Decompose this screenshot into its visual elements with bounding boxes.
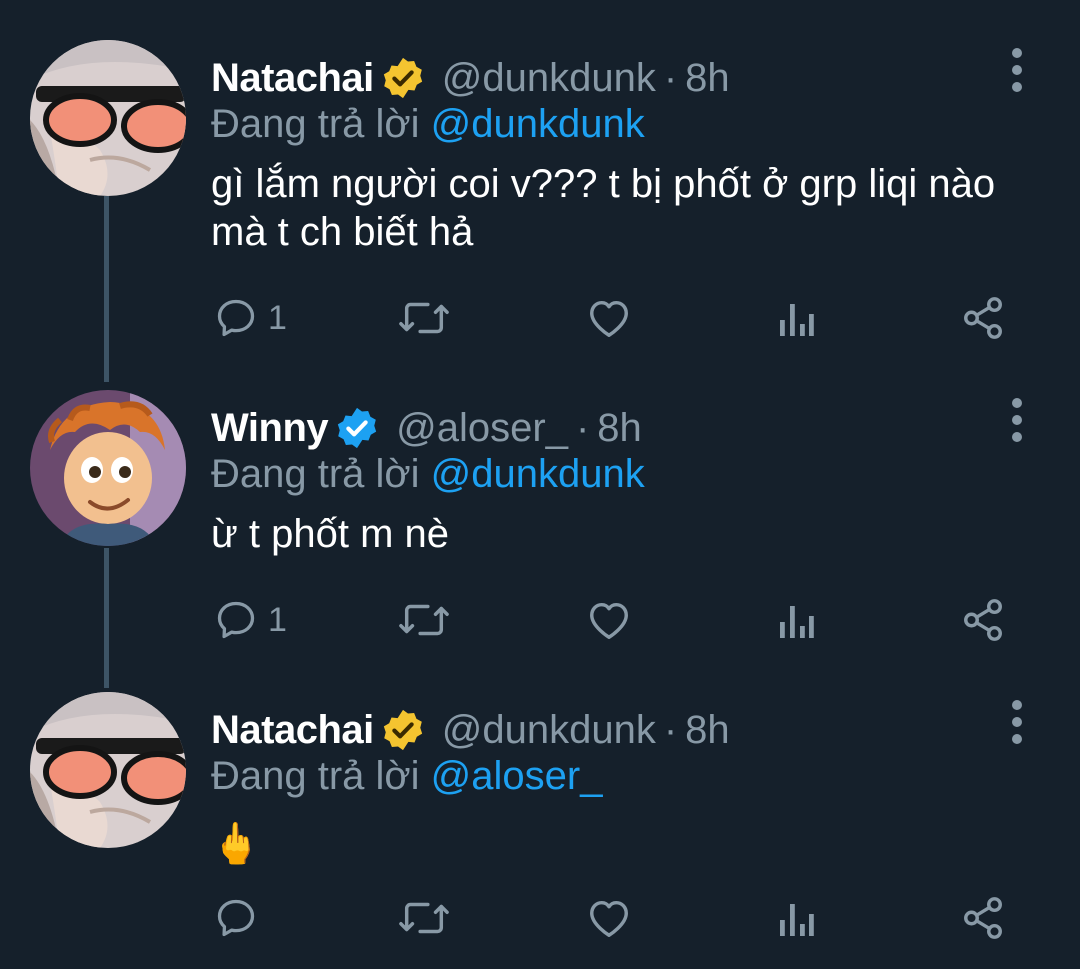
separator: ·	[663, 55, 678, 100]
tweet[interactable]: Natachai @dunkdunk · 8h Đang trả lời @du…	[0, 40, 1080, 360]
like-button[interactable]	[586, 288, 632, 348]
timestamp[interactable]: 8h	[685, 708, 730, 753]
verified-icon	[334, 405, 380, 451]
author-name[interactable]: Winny	[211, 406, 329, 451]
share-button[interactable]	[960, 288, 1006, 348]
avatar[interactable]	[30, 390, 186, 546]
like-icon	[590, 300, 628, 337]
analytics-button[interactable]	[776, 888, 816, 948]
like-button[interactable]	[586, 590, 632, 650]
verified-icon	[380, 55, 426, 101]
reply-icon	[217, 299, 255, 337]
like-icon	[590, 602, 628, 639]
analytics-icon	[780, 606, 814, 638]
author-handle[interactable]: @dunkdunk	[442, 56, 656, 101]
reply-button[interactable]: 1	[214, 288, 287, 348]
retweet-icon	[399, 302, 449, 334]
reply-icon	[217, 601, 255, 639]
retweet-button[interactable]	[399, 888, 449, 948]
avatar[interactable]	[30, 40, 186, 196]
timestamp[interactable]: 8h	[597, 406, 642, 451]
retweet-icon	[399, 604, 449, 636]
tweet-header: Natachai @dunkdunk · 8h	[211, 48, 730, 108]
author-handle[interactable]: @aloser_	[396, 406, 568, 451]
like-icon	[590, 900, 628, 937]
reply-button[interactable]	[214, 888, 258, 948]
reply-prefix: Đang trả lời	[211, 452, 420, 496]
analytics-icon	[780, 304, 814, 336]
verified-icon	[380, 707, 426, 753]
author-handle[interactable]: @dunkdunk	[442, 708, 656, 753]
retweet-button[interactable]	[399, 288, 449, 348]
share-icon	[964, 297, 1002, 339]
share-icon	[964, 599, 1002, 641]
separator: ·	[663, 707, 678, 752]
author-name[interactable]: Natachai	[211, 56, 374, 101]
more-icon[interactable]	[1002, 48, 1032, 92]
tweet-thread: Natachai @dunkdunk · 8h Đang trả lời @du…	[0, 0, 1080, 969]
timestamp[interactable]: 8h	[685, 56, 730, 101]
reply-mention[interactable]: @aloser_	[431, 754, 603, 798]
reply-prefix: Đang trả lời	[211, 754, 420, 798]
reply-icon	[217, 899, 255, 937]
more-icon[interactable]	[1002, 398, 1032, 442]
reply-mention[interactable]: @dunkdunk	[431, 102, 645, 146]
like-button[interactable]	[586, 888, 632, 948]
reply-prefix: Đang trả lời	[211, 102, 420, 146]
more-icon[interactable]	[1002, 700, 1032, 744]
reply-to-line: Đang trả lời @dunkdunk	[211, 102, 645, 147]
tweet-header: Winny @aloser_ · 8h	[211, 398, 642, 458]
tweet-header: Natachai @dunkdunk · 8h	[211, 700, 730, 760]
tweet-text: gì lắm người coi v??? t bị phốt ở grp li…	[211, 162, 996, 254]
share-icon	[964, 897, 1002, 939]
reply-to-line: Đang trả lời @aloser_	[211, 754, 602, 799]
analytics-button[interactable]	[776, 288, 816, 348]
tweet-text: ừ t phốt m nè	[211, 512, 450, 556]
action-bar: 1	[0, 590, 1080, 650]
analytics-icon	[780, 904, 814, 936]
analytics-button[interactable]	[776, 590, 816, 650]
retweet-icon	[399, 902, 449, 934]
tweet[interactable]: Winny @aloser_ · 8h Đang trả lời @dunkdu…	[0, 390, 1080, 670]
author-name[interactable]: Natachai	[211, 708, 374, 753]
action-bar: 1	[0, 288, 1080, 348]
retweet-button[interactable]	[399, 590, 449, 650]
tweet[interactable]: Natachai @dunkdunk · 8h Đang trả lời @al…	[0, 692, 1080, 962]
tweet-text: 🖕	[211, 822, 261, 866]
reply-count: 1	[268, 298, 287, 337]
action-bar	[0, 888, 1080, 948]
reply-button[interactable]: 1	[214, 590, 287, 650]
reply-to-line: Đang trả lời @dunkdunk	[211, 452, 645, 497]
share-button[interactable]	[960, 888, 1006, 948]
avatar[interactable]	[30, 692, 186, 848]
separator: ·	[575, 405, 590, 450]
reply-mention[interactable]: @dunkdunk	[431, 452, 645, 496]
share-button[interactable]	[960, 590, 1006, 650]
reply-count: 1	[268, 600, 287, 639]
